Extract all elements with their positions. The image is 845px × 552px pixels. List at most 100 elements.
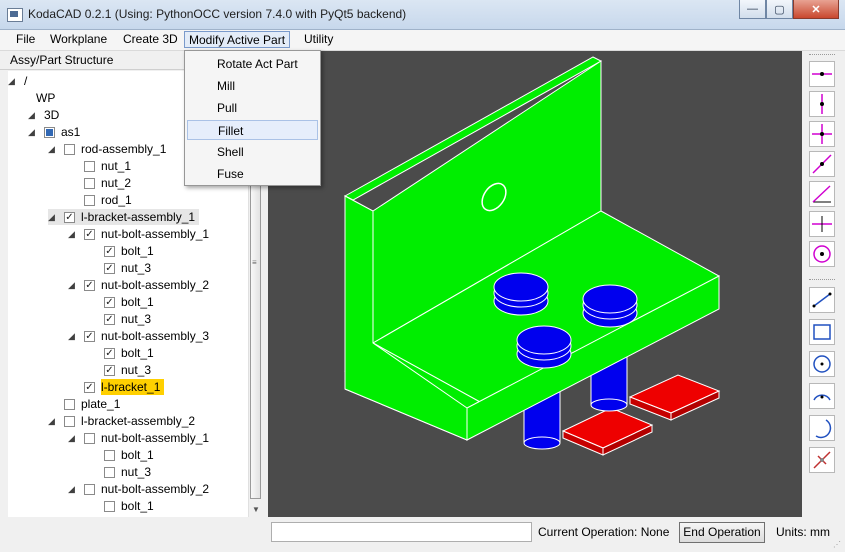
tree-row[interactable]: nut_3: [104, 260, 151, 276]
expand-arrow-icon[interactable]: ◢: [48, 213, 56, 222]
visibility-checkbox[interactable]: [84, 330, 95, 342]
visibility-checkbox[interactable]: [104, 500, 115, 512]
visibility-checkbox[interactable]: [84, 160, 95, 172]
menu-modify-active-part[interactable]: Modify Active Part: [184, 31, 291, 48]
rectangle-icon[interactable]: [809, 319, 835, 345]
visibility-checkbox[interactable]: [104, 245, 115, 257]
visibility-checkbox[interactable]: [84, 279, 95, 291]
expand-arrow-icon[interactable]: ◢: [68, 434, 76, 443]
tree-row[interactable]: ◢ l-bracket-assembly_2: [48, 413, 195, 429]
visibility-checkbox[interactable]: [64, 415, 75, 427]
visibility-checkbox[interactable]: [104, 296, 115, 308]
tree-row[interactable]: nut_3: [104, 311, 151, 327]
tree-row[interactable]: ◢ 3D: [28, 107, 59, 123]
expand-arrow-icon[interactable]: ◢: [68, 485, 76, 494]
visibility-checkbox[interactable]: [44, 126, 55, 138]
tree-row[interactable]: nut_2: [84, 175, 131, 191]
tree-item-label: nut-bolt-assembly_1: [101, 431, 210, 445]
tree-item-label: nut_3: [121, 363, 152, 377]
visibility-checkbox[interactable]: [64, 211, 75, 223]
tree-row[interactable]: plate_1: [64, 396, 120, 412]
bolt-shaft-right-base: [590, 398, 628, 412]
tree-row[interactable]: nut_3: [104, 362, 151, 378]
tree-row[interactable]: ◢ nut-bolt-assembly_2: [68, 277, 209, 293]
visibility-checkbox[interactable]: [84, 432, 95, 444]
visibility-checkbox[interactable]: [84, 177, 95, 189]
menu-item-fuse[interactable]: Fuse: [187, 164, 318, 184]
tree-row[interactable]: bolt_1: [104, 447, 154, 463]
tree-item-label: WP: [36, 91, 56, 105]
tree-item-label: /: [24, 74, 28, 88]
circle-center-icon[interactable]: [809, 241, 835, 267]
3d-viewport[interactable]: [268, 51, 802, 517]
splitter-handle-icon[interactable]: ≡: [252, 258, 257, 267]
close-button[interactable]: ✕: [793, 0, 839, 19]
expand-arrow-icon[interactable]: ◢: [28, 128, 36, 137]
tree-row[interactable]: nut_1: [84, 158, 131, 174]
scroll-down-arrow-icon[interactable]: ▼: [249, 503, 263, 517]
tree-row[interactable]: ◢ l-bracket-assembly_1: [48, 209, 200, 225]
end-operation-button[interactable]: End Operation: [679, 522, 765, 543]
menu-utility[interactable]: Utility: [300, 31, 337, 48]
menu-item-fillet[interactable]: Fillet: [187, 120, 318, 140]
menu-item-mill[interactable]: Mill: [187, 76, 318, 96]
arc-curve-icon[interactable]: [809, 415, 835, 441]
command-input[interactable]: [271, 522, 532, 542]
tree-row[interactable]: bolt_1: [104, 243, 154, 259]
tree-row[interactable]: ◢ /: [8, 73, 27, 89]
menu-file[interactable]: File: [12, 31, 39, 48]
expand-arrow-icon[interactable]: ◢: [68, 230, 76, 239]
menu-create-3d[interactable]: Create 3D: [119, 31, 182, 48]
visibility-checkbox[interactable]: [84, 228, 95, 240]
2d-drawing-toolbar: [806, 51, 838, 517]
tree-row[interactable]: bolt_1: [104, 498, 154, 514]
cross-lines-icon[interactable]: [809, 121, 835, 147]
tree-row[interactable]: ◢ nut-bolt-assembly_1: [68, 430, 209, 446]
visibility-checkbox[interactable]: [104, 364, 115, 376]
vertical-line-icon[interactable]: [809, 91, 835, 117]
resize-grip-icon[interactable]: ⋰: [833, 540, 843, 550]
expand-arrow-icon[interactable]: ◢: [48, 145, 56, 154]
circle-icon[interactable]: [809, 351, 835, 377]
visibility-checkbox[interactable]: [104, 262, 115, 274]
minimize-button[interactable]: —: [739, 0, 766, 19]
expand-arrow-icon[interactable]: ◢: [68, 281, 76, 290]
menu-item-pull[interactable]: Pull: [187, 98, 318, 118]
line-segment-icon[interactable]: [809, 287, 835, 313]
tree-row[interactable]: ◢ as1: [28, 124, 80, 140]
tree-row[interactable]: ◢ rod-assembly_1: [48, 141, 166, 157]
angled-line-icon[interactable]: [809, 181, 835, 207]
tree-row[interactable]: ◢ nut-bolt-assembly_1: [68, 226, 209, 242]
tree-row[interactable]: bolt_1: [104, 345, 154, 361]
visibility-checkbox[interactable]: [64, 143, 75, 155]
visibility-checkbox[interactable]: [84, 194, 95, 206]
expand-arrow-icon[interactable]: ◢: [48, 417, 56, 426]
tree-row[interactable]: nut_3: [104, 464, 151, 480]
tree-item-label: plate_1: [81, 397, 121, 411]
maximize-button[interactable]: ▢: [766, 0, 793, 19]
menu-workplane[interactable]: Workplane: [46, 31, 111, 48]
expand-arrow-icon[interactable]: ◢: [8, 77, 16, 86]
diagonal-line-icon[interactable]: [809, 151, 835, 177]
visibility-checkbox[interactable]: [84, 483, 95, 495]
visibility-checkbox[interactable]: [64, 398, 75, 410]
tree-row[interactable]: rod_1: [84, 192, 132, 208]
perpendicular-line-icon[interactable]: [809, 211, 835, 237]
visibility-checkbox[interactable]: [104, 466, 115, 478]
visibility-checkbox[interactable]: [104, 449, 115, 461]
visibility-checkbox[interactable]: [84, 381, 95, 393]
menu-item-rotate-act-part[interactable]: Rotate Act Part: [187, 54, 318, 74]
tree-row[interactable]: ◢ nut-bolt-assembly_2: [68, 481, 209, 497]
visibility-checkbox[interactable]: [104, 313, 115, 325]
menu-item-shell[interactable]: Shell: [187, 142, 318, 162]
expand-arrow-icon[interactable]: ◢: [28, 111, 36, 120]
expand-arrow-icon[interactable]: ◢: [68, 332, 76, 341]
arc-three-point-icon[interactable]: [809, 383, 835, 409]
delete-element-icon[interactable]: [809, 447, 835, 473]
visibility-checkbox[interactable]: [104, 347, 115, 359]
tree-row[interactable]: ◢ nut-bolt-assembly_3: [68, 328, 209, 344]
tree-row[interactable]: bolt_1: [104, 294, 154, 310]
horizontal-line-icon[interactable]: [809, 61, 835, 87]
tree-row[interactable]: l-bracket_1: [84, 379, 165, 395]
tree-row[interactable]: WP: [36, 90, 55, 106]
